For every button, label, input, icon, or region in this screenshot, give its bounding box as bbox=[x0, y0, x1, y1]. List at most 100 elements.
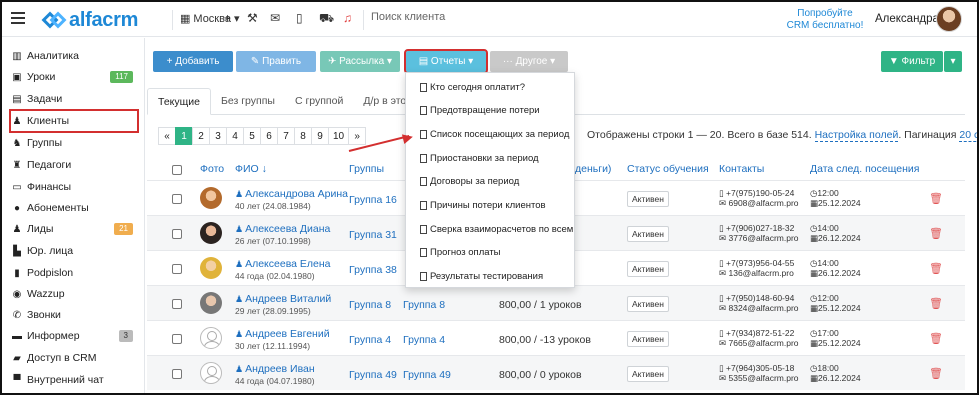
menu-item-test-results[interactable]: Результаты тестирования bbox=[420, 271, 543, 282]
row-checkbox[interactable] bbox=[172, 264, 182, 274]
client-name-link[interactable]: ♟ Андреев Виталий bbox=[235, 293, 331, 305]
header-groups[interactable]: Группы bbox=[349, 163, 384, 175]
tab-current[interactable]: Текущие bbox=[147, 88, 211, 115]
trash-icon[interactable]: 🗑︎ bbox=[929, 297, 943, 310]
trash-icon[interactable]: 🗑︎ bbox=[929, 262, 943, 275]
pagination-size-link[interactable]: 20 строк bbox=[959, 129, 977, 142]
header-fio[interactable]: ФИО ↓ bbox=[235, 163, 267, 175]
sidebar-item-subscriptions[interactable]: ● Абонементы bbox=[11, 198, 137, 218]
page-1[interactable]: 1 bbox=[175, 127, 193, 145]
cart-icon[interactable]: ⛟ bbox=[319, 11, 334, 27]
page-10[interactable]: 10 bbox=[328, 127, 350, 145]
envelope-icon[interactable]: ✉ bbox=[270, 11, 280, 25]
menu-item-suspensions[interactable]: Приостановки за период bbox=[420, 153, 539, 164]
client-name-link[interactable]: ♟ Алексеева Елена bbox=[235, 258, 331, 270]
group-link[interactable]: Группа 8 bbox=[403, 299, 445, 311]
search-input[interactable] bbox=[371, 11, 571, 23]
group-link[interactable]: Группа 38 bbox=[349, 264, 397, 276]
page-next[interactable]: » bbox=[348, 127, 367, 145]
mobile-icon[interactable]: ▯ bbox=[296, 11, 303, 25]
header-balance[interactable]: деньги) bbox=[575, 163, 611, 175]
sidebar-item-groups[interactable]: ♞ Группы bbox=[11, 133, 137, 153]
wrench-icon[interactable]: ⚒ bbox=[247, 11, 258, 25]
group-link[interactable]: Группа 31 bbox=[349, 229, 397, 241]
group-link[interactable]: Группа 16 bbox=[349, 194, 397, 206]
page-5[interactable]: 5 bbox=[243, 127, 261, 145]
client-name-link[interactable]: ♟ Александрова Арина bbox=[235, 188, 348, 200]
page-8[interactable]: 8 bbox=[294, 127, 312, 145]
email-value: 7665@alfacrm.pro bbox=[728, 338, 799, 348]
logo[interactable]: alfacrm bbox=[41, 8, 138, 32]
other-button[interactable]: ··· Другое ▾ bbox=[490, 51, 568, 72]
tab-no-group[interactable]: Без группы bbox=[211, 88, 285, 115]
sidebar-item-podpislon[interactable]: ▮ Podpislon bbox=[11, 263, 137, 283]
group-link[interactable]: Группа 4 bbox=[403, 334, 445, 346]
sidebar-item-informer[interactable]: ▬ Информер 3 bbox=[11, 326, 137, 346]
menu-item-reconciliation[interactable]: Сверка взаиморасчетов по всем bbox=[420, 224, 573, 235]
select-all-checkbox[interactable] bbox=[172, 165, 182, 175]
menu-item-loss-prevention[interactable]: Предотвращение потери bbox=[420, 105, 540, 116]
plus-icon[interactable]: + bbox=[224, 11, 231, 25]
sidebar-item-label: Podpislon bbox=[27, 267, 74, 279]
add-button[interactable]: + Добавить bbox=[153, 51, 233, 72]
sidebar-item-analytics[interactable]: ▥ Аналитика bbox=[11, 46, 137, 66]
row-checkbox[interactable] bbox=[172, 229, 182, 239]
page-4[interactable]: 4 bbox=[226, 127, 244, 145]
tab-with-group[interactable]: С группой bbox=[285, 88, 353, 115]
sidebar-item-calls[interactable]: ✆ Звонки bbox=[11, 305, 137, 325]
row-checkbox[interactable] bbox=[172, 334, 182, 344]
row-checkbox[interactable] bbox=[172, 299, 182, 309]
trash-icon[interactable]: 🗑︎ bbox=[929, 332, 943, 345]
reports-button[interactable]: ▤ Отчеты ▾ bbox=[404, 49, 488, 74]
field-settings-link[interactable]: Настройка полей bbox=[814, 129, 899, 142]
user-name[interactable]: Александра bbox=[875, 13, 939, 25]
menu-item-payment-forecast[interactable]: Прогноз оплаты bbox=[420, 247, 501, 258]
edit-button[interactable]: ✎ Править bbox=[236, 51, 316, 72]
sidebar-item-lessons[interactable]: ▣ Уроки 117 bbox=[11, 67, 137, 87]
sidebar-item-finance[interactable]: ▭ Финансы bbox=[11, 177, 137, 197]
menu-item-loss-reasons[interactable]: Причины потери клиентов bbox=[420, 200, 546, 211]
group-link[interactable]: Группа 8 bbox=[349, 299, 391, 311]
menu-icon[interactable] bbox=[11, 12, 25, 27]
group-link[interactable]: Группа 4 bbox=[349, 334, 391, 346]
sidebar-item-teachers[interactable]: ♜ Педагоги bbox=[11, 155, 137, 175]
group-link[interactable]: Группа 49 bbox=[349, 369, 397, 381]
header-next-visit[interactable]: Дата след. посещения bbox=[810, 163, 919, 175]
page-prev[interactable]: « bbox=[158, 127, 176, 145]
header-status[interactable]: Статус обучения bbox=[627, 163, 709, 175]
client-name-link[interactable]: ♟ Андреев Евгений bbox=[235, 328, 330, 340]
sidebar-item-wazzup[interactable]: ◉ Wazzup bbox=[11, 284, 137, 304]
filter-button[interactable]: ▼ Фильтр bbox=[881, 51, 943, 72]
trash-icon[interactable]: 🗑︎ bbox=[929, 192, 943, 205]
calendar-icon: ▦ bbox=[810, 303, 819, 313]
client-name-link[interactable]: ♟ Андреев Иван bbox=[235, 363, 315, 375]
avatar[interactable] bbox=[936, 6, 962, 32]
client-name-link[interactable]: ♟ Алексеева Диана bbox=[235, 223, 330, 235]
sidebar-item-crm-access[interactable]: ▰ Доступ в CRM bbox=[11, 348, 137, 368]
menu-item-attendees-list[interactable]: Список посещающих за период bbox=[420, 129, 569, 140]
filter-dropdown-button[interactable]: ▾ bbox=[944, 51, 962, 72]
bell-icon[interactable]: ♫ bbox=[343, 11, 352, 25]
trial-link[interactable]: Попробуйте CRM бесплатно! bbox=[785, 8, 865, 32]
trash-icon[interactable]: 🗑︎ bbox=[929, 367, 943, 380]
group-link[interactable]: Группа 49 bbox=[403, 369, 451, 381]
trash-icon[interactable]: 🗑︎ bbox=[929, 227, 943, 240]
page-6[interactable]: 6 bbox=[260, 127, 278, 145]
user-icon: ♟ bbox=[235, 329, 244, 339]
menu-item-who-pays-today[interactable]: Кто сегодня оплатит? bbox=[420, 82, 525, 93]
page-7[interactable]: 7 bbox=[277, 127, 295, 145]
page-2[interactable]: 2 bbox=[192, 127, 210, 145]
sidebar-item-legal-entities[interactable]: ▙ Юр. лица bbox=[11, 241, 137, 261]
page-9[interactable]: 9 bbox=[311, 127, 329, 145]
sidebar-item-internal-chat[interactable]: ▀ Внутренний чат bbox=[11, 370, 137, 390]
user-icon: ♟ bbox=[235, 294, 244, 304]
sidebar-item-clients[interactable]: ♟ Клиенты bbox=[9, 109, 139, 133]
row-checkbox[interactable] bbox=[172, 194, 182, 204]
row-checkbox[interactable] bbox=[172, 369, 182, 379]
client-age: 40 лет (24.08.1984) bbox=[235, 201, 311, 211]
mailing-button[interactable]: ✈ Рассылка ▾ bbox=[320, 51, 400, 72]
sidebar-item-tasks[interactable]: ▤ Задачи bbox=[11, 89, 137, 109]
menu-item-contracts[interactable]: Договоры за период bbox=[420, 176, 519, 187]
page-3[interactable]: 3 bbox=[209, 127, 227, 145]
sidebar-item-leads[interactable]: ♟ Лиды 21 bbox=[11, 219, 137, 239]
